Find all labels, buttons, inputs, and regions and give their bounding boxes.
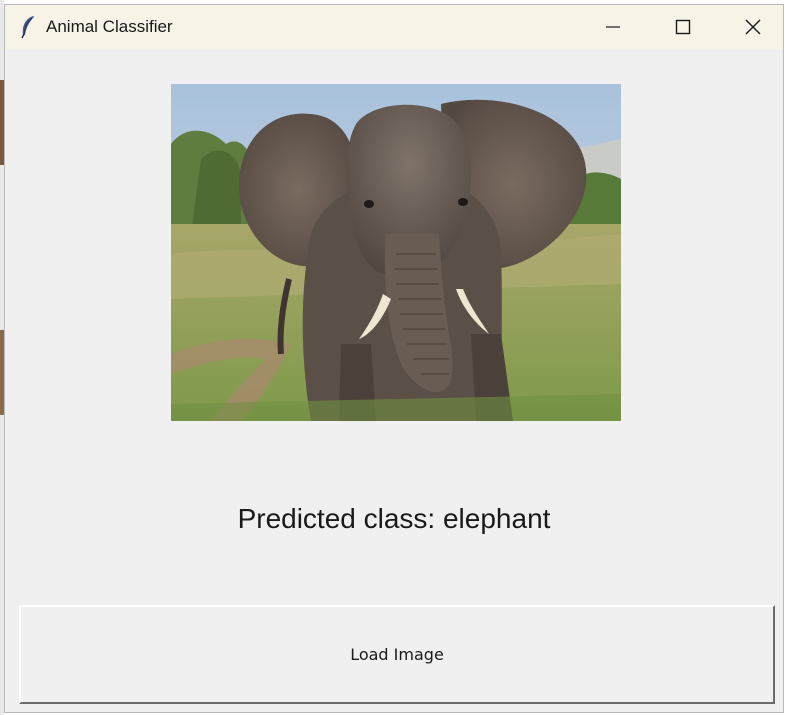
minimize-icon [606,26,620,28]
prediction-label: Predicted class: elephant [237,503,551,534]
load-image-button[interactable]: Load Image [19,605,775,704]
maximize-icon [675,19,691,35]
minimize-button[interactable] [578,5,648,49]
close-button[interactable] [718,5,785,49]
feather-icon [21,16,34,39]
elephant-photo [171,84,621,421]
window-title: Animal Classifier [46,17,173,36]
close-icon [745,19,761,35]
animal-image [171,84,621,421]
title-bar[interactable]: Animal Classifier [5,5,783,49]
app-window: Animal Classifier Predicted class: eleph… [4,4,784,713]
maximize-button[interactable] [648,5,718,49]
